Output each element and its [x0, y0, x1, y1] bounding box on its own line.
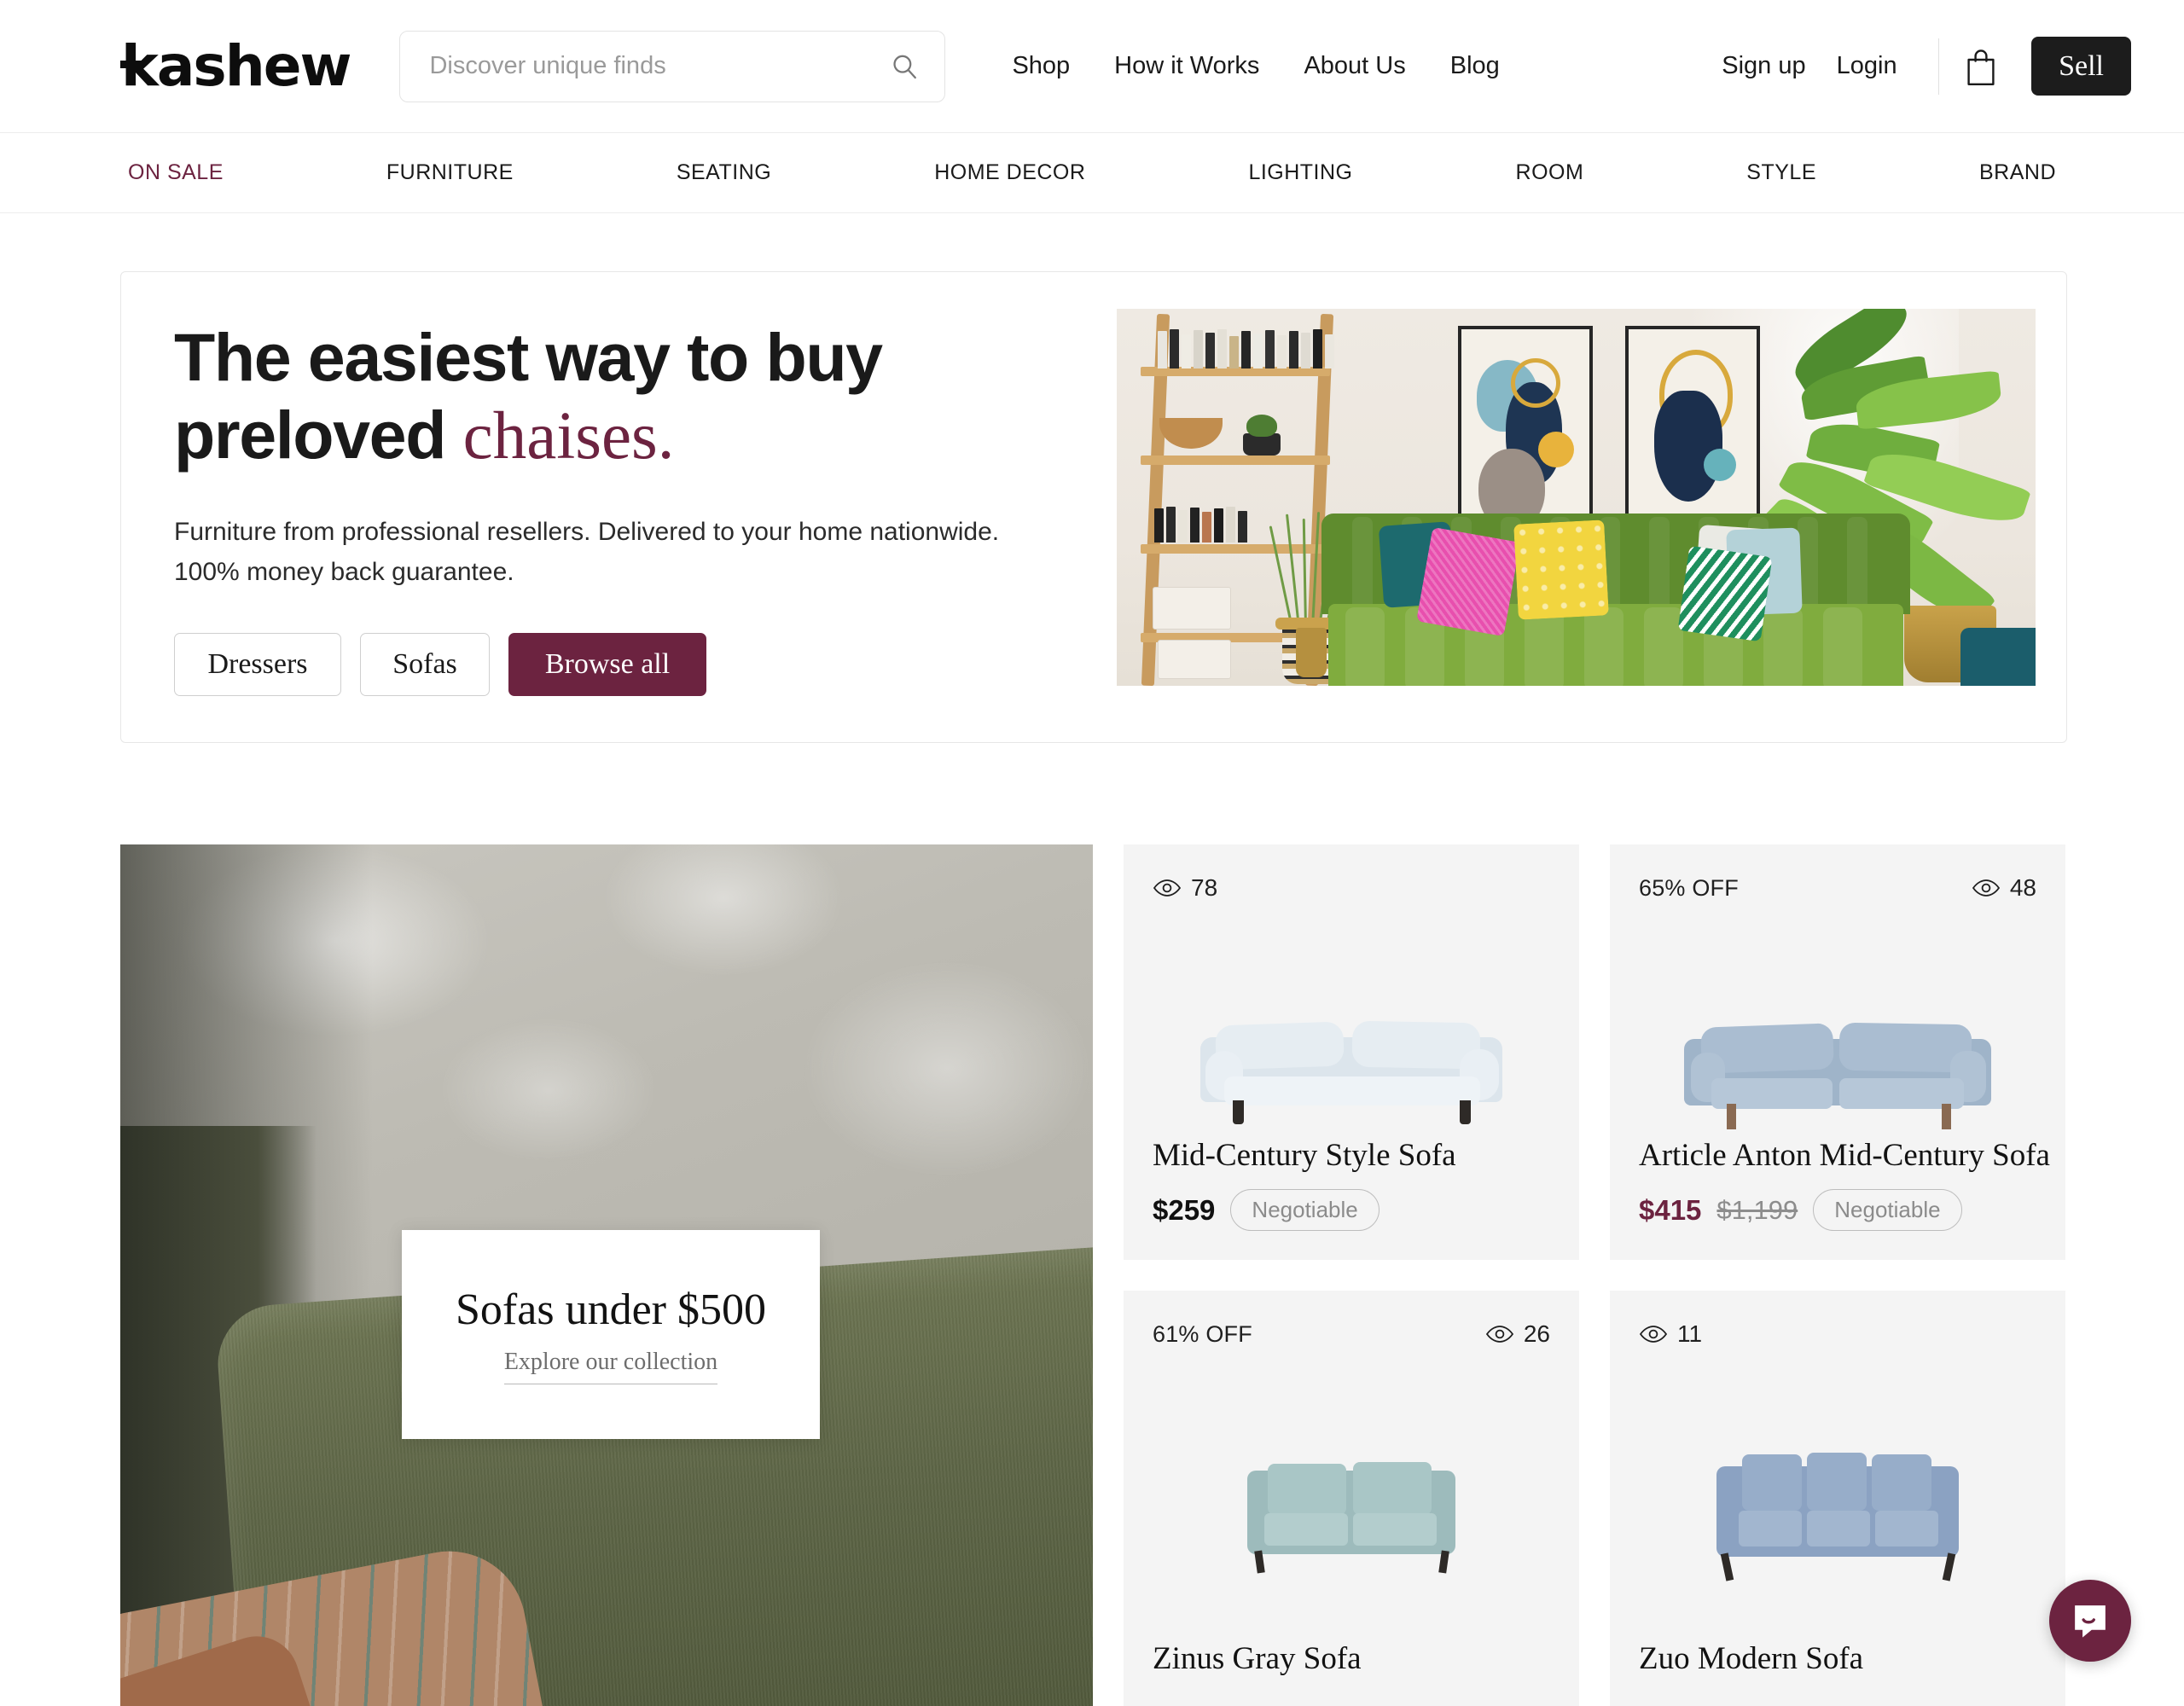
category-home-decor[interactable]: HOME DECOR: [934, 160, 1085, 185]
category-seating[interactable]: SEATING: [677, 160, 771, 185]
header-divider: [1937, 38, 1940, 95]
hero-banner: The easiest way to buy preloved chaises.…: [120, 271, 2067, 743]
search-icon[interactable]: [890, 52, 919, 81]
hero-title-accent: chaises.: [462, 399, 675, 474]
search-box[interactable]: [399, 30, 946, 102]
search-input[interactable]: [429, 52, 891, 80]
chat-launcher-button[interactable]: [2049, 1580, 2131, 1662]
product-title: Zinus Gray Sofa: [1153, 1641, 1362, 1676]
discount-badge: 61% OFF: [1153, 1320, 1252, 1347]
view-count: 26: [1485, 1320, 1550, 1348]
nav-item-shop[interactable]: Shop: [990, 52, 1092, 80]
page-root: kashew Shop How it Works About Us Blog S…: [0, 0, 2184, 1706]
green-sofa: [1321, 514, 1910, 686]
eye-icon: [1153, 879, 1182, 897]
category-nav: ON SALE FURNITURE SEATING HOME DECOR LIG…: [0, 132, 2184, 213]
shopping-bag-icon[interactable]: [1963, 46, 1999, 87]
nav-item-about-us[interactable]: About Us: [1281, 52, 1427, 80]
view-count-value: 48: [2009, 874, 2036, 901]
product-title: Zuo Modern Sofa: [1639, 1641, 1864, 1676]
negotiable-badge: Negotiable: [1813, 1189, 1962, 1231]
negotiable-badge: Negotiable: [1230, 1189, 1380, 1231]
discount-badge: 65% OFF: [1639, 874, 1739, 901]
nav-item-how-it-works[interactable]: How it Works: [1092, 52, 1281, 80]
product-card[interactable]: 65% OFF 48 Article Anton Mid-Century Sof…: [1610, 844, 2065, 1260]
category-style[interactable]: STYLE: [1746, 160, 1816, 185]
view-count-value: 26: [1523, 1320, 1550, 1347]
sell-button[interactable]: Sell: [2031, 36, 2131, 96]
hero-browse-all-button[interactable]: Browse all: [508, 633, 706, 697]
promo-link[interactable]: Explore our collection: [503, 1349, 718, 1384]
promo-title: Sofas under $500: [456, 1285, 766, 1334]
product-title: Article Anton Mid-Century Sofa: [1639, 1138, 2050, 1173]
view-count: 78: [1153, 874, 1217, 902]
eye-icon: [1639, 1326, 1668, 1343]
promo-tile[interactable]: Sofas under $500 Explore our collection: [120, 844, 1093, 1706]
living-room-photo: [1117, 309, 2036, 686]
category-lighting[interactable]: LIGHTING: [1248, 160, 1352, 185]
hero-title-line1: The easiest way to buy: [174, 318, 883, 395]
hero-image: [1117, 309, 2036, 686]
hero-title: The easiest way to buy preloved chaises.: [174, 318, 1085, 476]
site-header: kashew Shop How it Works About Us Blog S…: [0, 0, 2184, 132]
content-grid: Sofas under $500 Explore our collection …: [120, 844, 2065, 1706]
promo-card[interactable]: Sofas under $500 Explore our collection: [402, 1230, 820, 1439]
logo-text: kashew: [121, 32, 351, 99]
teal-chair: [1960, 628, 2036, 686]
product-card[interactable]: 11 Zuo Modern Sofa: [1610, 1291, 2065, 1706]
category-brand[interactable]: BRAND: [1979, 160, 2056, 185]
hero-subtitle-line1: Furniture from professional resellers. D…: [174, 518, 1000, 547]
product-image: [1610, 1393, 2065, 1640]
product-price: $259: [1153, 1193, 1216, 1226]
header-actions: Sign up Login Sell: [1706, 36, 2131, 96]
logo-bar: [120, 60, 143, 68]
product-card[interactable]: 78 Mid-Century Style Sofa $259 Negotiabl…: [1124, 844, 1579, 1260]
hero-button-group: Dressers Sofas Browse all: [174, 633, 1085, 697]
eye-icon: [1972, 879, 2000, 897]
product-price: $415: [1639, 1193, 1702, 1226]
hero-dressers-button[interactable]: Dressers: [174, 633, 341, 697]
view-count: 48: [1972, 874, 2036, 902]
product-image: [1124, 1393, 1579, 1640]
view-count-value: 78: [1191, 874, 1218, 901]
product-card-grid: 78 Mid-Century Style Sofa $259 Negotiabl…: [1124, 844, 2065, 1706]
view-count-value: 11: [1677, 1320, 1703, 1347]
product-original-price: $1,199: [1716, 1194, 1798, 1225]
product-card[interactable]: 61% OFF 26 Zinus Gray Sofa: [1124, 1291, 1579, 1706]
signup-link[interactable]: Sign up: [1706, 52, 1821, 80]
eye-icon: [1485, 1326, 1513, 1343]
login-link[interactable]: Login: [1821, 52, 1913, 80]
hero-subtitle-line2: 100% money back guarantee.: [174, 558, 514, 587]
view-count: 11: [1639, 1320, 1702, 1348]
product-title: Mid-Century Style Sofa: [1153, 1138, 1456, 1173]
nav-item-blog[interactable]: Blog: [1428, 52, 1522, 80]
hero-subtitle: Furniture from professional resellers. D…: [174, 512, 1036, 592]
category-room[interactable]: ROOM: [1516, 160, 1584, 185]
hero-sofas-button[interactable]: Sofas: [360, 633, 490, 697]
hero-title-line2: preloved: [174, 397, 463, 473]
category-on-sale[interactable]: ON SALE: [128, 160, 224, 185]
hero-content: The easiest way to buy preloved chaises.…: [121, 318, 1085, 697]
chat-bubble-icon: [2075, 1605, 2106, 1638]
kashew-logo[interactable]: kashew: [120, 38, 358, 95]
primary-nav: Shop How it Works About Us Blog: [990, 52, 1521, 80]
category-furniture[interactable]: FURNITURE: [386, 160, 514, 185]
